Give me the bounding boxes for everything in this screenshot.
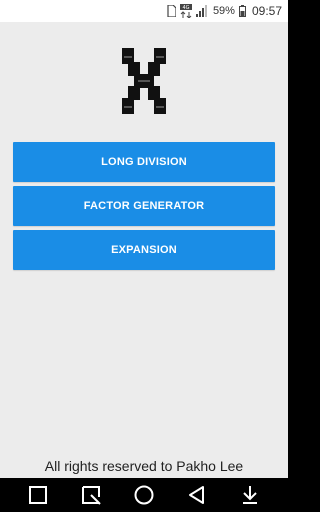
sim-icon xyxy=(167,5,176,17)
square-icon[interactable] xyxy=(24,481,52,509)
long-division-button[interactable]: LONG DIVISION xyxy=(13,142,275,182)
quick-note-icon[interactable] xyxy=(77,481,105,509)
network-4g-icon: 4G xyxy=(179,4,192,18)
clock: 09:57 xyxy=(251,4,282,18)
expansion-button[interactable]: EXPANSION xyxy=(13,230,275,270)
app-x-logo-icon xyxy=(120,46,168,116)
app-screen: 4G 59% 09:57 LONG DIVISION FACTOR GENERA… xyxy=(0,0,288,512)
download-icon[interactable] xyxy=(236,481,264,509)
back-triangle-icon[interactable] xyxy=(183,481,211,509)
navigation-bar xyxy=(0,478,288,512)
signal-icon xyxy=(195,5,209,17)
status-bar: 4G 59% 09:57 xyxy=(0,0,288,22)
copyright-text: All rights reserved to Pakho Lee xyxy=(44,458,244,474)
factor-generator-button[interactable]: FACTOR GENERATOR xyxy=(13,186,275,226)
battery-percent: 59% xyxy=(212,5,235,17)
home-circle-icon[interactable] xyxy=(130,481,158,509)
battery-icon xyxy=(238,5,246,17)
network-type-text: 4G xyxy=(182,5,189,11)
